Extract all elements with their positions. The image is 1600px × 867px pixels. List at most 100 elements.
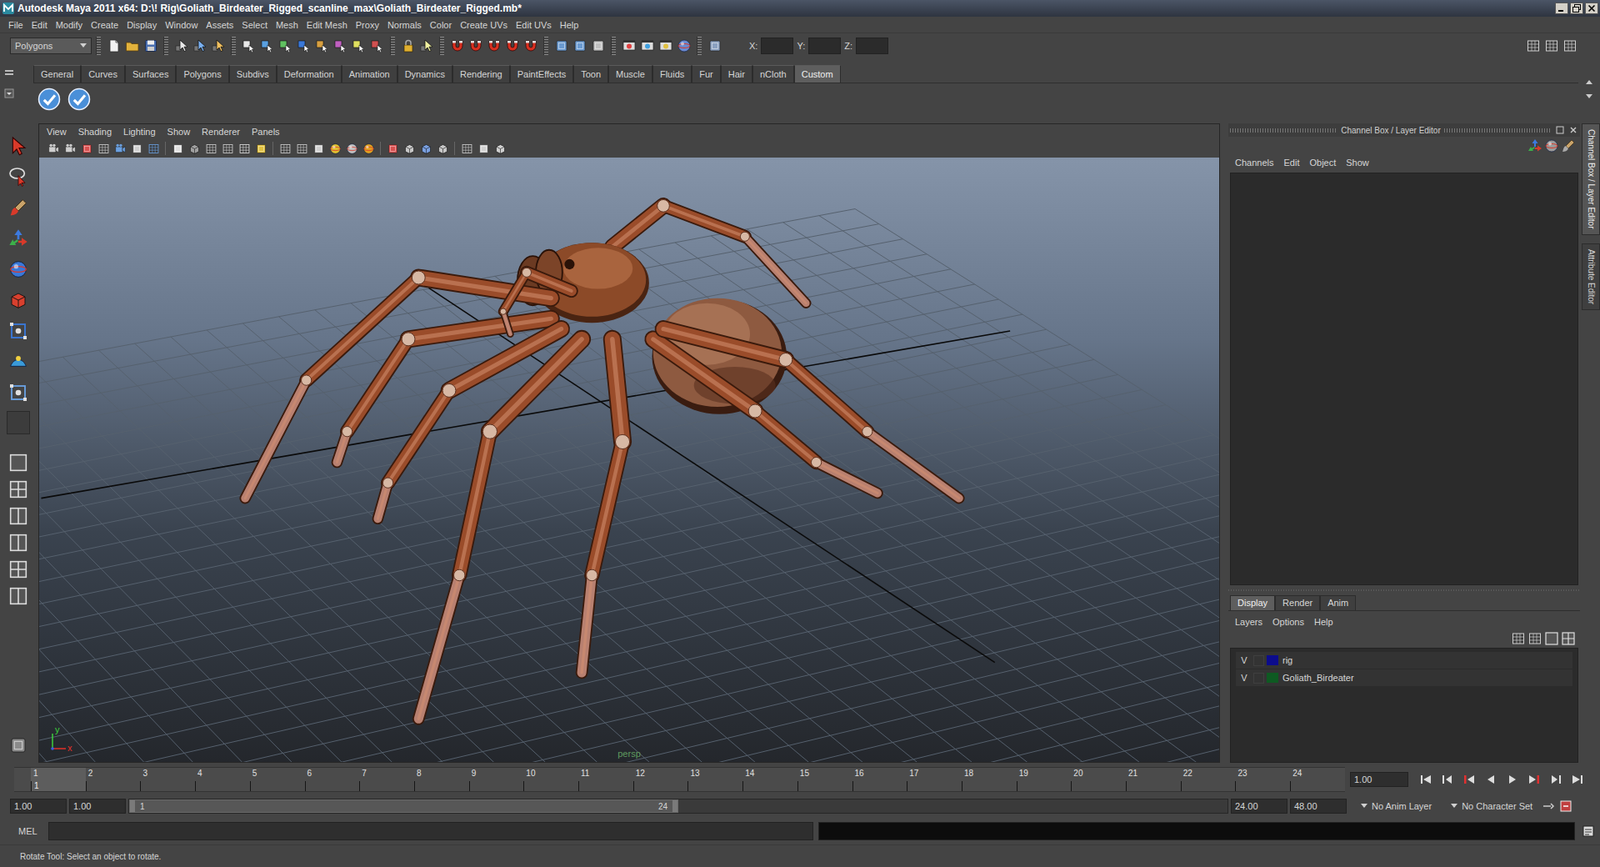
panel-menu-item[interactable]: Panels	[245, 126, 286, 137]
speed-icon[interactable]	[1544, 138, 1560, 154]
status-button[interactable]	[258, 36, 276, 55]
viewport-option-icon[interactable]	[171, 142, 185, 155]
toolbar-divider[interactable]	[163, 36, 169, 55]
range-slider[interactable]: 1 24	[128, 798, 1229, 814]
layer-button[interactable]	[1526, 630, 1544, 647]
layer-button[interactable]	[1510, 630, 1527, 647]
tool-button[interactable]	[5, 133, 31, 159]
channel-box-list[interactable]	[1230, 172, 1579, 585]
viewport-option-icon[interactable]	[130, 142, 144, 155]
show-channel-box-icon[interactable]	[1562, 38, 1578, 54]
status-button[interactable]	[656, 36, 675, 55]
layer-color-swatch[interactable]	[1266, 655, 1279, 665]
universal-manipulator-icon[interactable]	[8, 320, 29, 341]
shelf-tab[interactable]: Animation	[341, 65, 398, 83]
layout-button[interactable]	[5, 583, 31, 609]
tool-button[interactable]	[5, 318, 31, 344]
side-tab[interactable]: Attribute Editor	[1581, 243, 1600, 310]
playback-start-field[interactable]: 1.00	[69, 798, 126, 814]
viewport-option-icon[interactable]	[460, 142, 474, 155]
scene-canvas[interactable]	[39, 157, 1220, 762]
shelf-tab[interactable]: Curves	[80, 65, 125, 83]
layout-button[interactable]	[5, 450, 31, 475]
status-button[interactable]	[331, 36, 350, 55]
panel-toggle-button[interactable]	[1560, 36, 1579, 55]
panel-tool-button[interactable]	[294, 140, 310, 156]
character-set-dropdown[interactable]: No Character Set	[1445, 798, 1538, 814]
viewport-option-icon[interactable]	[403, 142, 416, 155]
shelf-tab[interactable]: Polygons	[175, 65, 229, 83]
panel-splitter[interactable]	[1228, 585, 1580, 595]
float-panel-icon[interactable]	[1555, 125, 1565, 135]
step-forward-frame-icon[interactable]	[1548, 773, 1564, 785]
input-line-icon[interactable]	[707, 38, 723, 54]
mask-surfaces-icon[interactable]	[296, 38, 312, 54]
shelf-menu-icon[interactable]	[4, 88, 15, 99]
character-set-arrow-icon[interactable]	[1450, 803, 1458, 809]
viewport-option-icon[interactable]	[147, 142, 160, 155]
menu-item[interactable]: Mesh	[271, 17, 303, 33]
layout-button[interactable]	[5, 503, 31, 529]
menu-set-dropdown[interactable]: Polygons	[10, 37, 92, 55]
layout-button[interactable]	[5, 556, 31, 582]
soft-modification-icon[interactable]	[8, 351, 29, 372]
script-language-label[interactable]: MEL	[18, 825, 44, 836]
shelf-tab[interactable]: Fur	[691, 65, 721, 83]
scroll-down-icon[interactable]	[1584, 90, 1595, 101]
playback-button[interactable]	[1568, 771, 1587, 787]
title-grip[interactable]	[1230, 128, 1338, 133]
panel-tool-button[interactable]	[220, 140, 235, 156]
panel-menu-item[interactable]: View	[40, 126, 73, 137]
layer-editor-menu-item[interactable]: Layers	[1230, 616, 1268, 627]
panel-tool-button[interactable]	[95, 140, 111, 156]
viewport-option-icon[interactable]	[255, 142, 268, 155]
menu-item[interactable]: Display	[122, 17, 161, 33]
panel-tool-button[interactable]	[45, 140, 61, 156]
persp-outliner-layout-icon[interactable]	[8, 559, 29, 580]
four-pane-layout-icon[interactable]	[8, 479, 29, 500]
coordinate-field[interactable]	[760, 37, 794, 55]
toolbar-divider[interactable]	[95, 36, 101, 55]
menu-item[interactable]: Edit	[27, 17, 52, 33]
panel-toggle-button[interactable]	[1524, 36, 1542, 55]
layer-color-swatch[interactable]	[1266, 672, 1279, 683]
lasso-tool-icon[interactable]	[8, 166, 29, 187]
layer-button[interactable]	[1543, 630, 1560, 647]
status-button[interactable]	[295, 36, 313, 55]
shelf-tab[interactable]: Rendering	[452, 65, 510, 83]
save-scene-icon[interactable]	[143, 38, 159, 54]
toolbar-divider[interactable]	[610, 36, 616, 55]
layer-button[interactable]	[1560, 630, 1577, 647]
close-panel-icon[interactable]	[1568, 125, 1579, 135]
status-button[interactable]	[141, 36, 160, 55]
shelf-tab[interactable]: Hair	[720, 65, 753, 83]
move-layer-down-icon[interactable]	[1527, 630, 1543, 646]
side-tab[interactable]: Channel Box / Layer Editor	[1581, 123, 1600, 235]
mask-curves-icon[interactable]	[278, 38, 294, 54]
auto-key-icon[interactable]	[1541, 799, 1555, 813]
show-manipulator-icon[interactable]	[8, 382, 29, 403]
tool-button[interactable]	[5, 349, 31, 375]
viewport-option-icon[interactable]	[420, 142, 433, 155]
status-button[interactable]	[675, 36, 693, 55]
panel-tool-button[interactable]	[129, 140, 145, 156]
playback-button[interactable]	[1503, 771, 1522, 787]
toolbar-divider[interactable]	[230, 36, 236, 55]
panel-tool-button[interactable]	[344, 140, 360, 156]
highlight-selection-icon[interactable]	[419, 38, 435, 54]
snap-view-plane-icon[interactable]	[505, 38, 520, 54]
play-backwards-icon[interactable]	[1483, 773, 1499, 785]
spider-leg[interactable]	[377, 329, 561, 520]
play-forwards-icon[interactable]	[1505, 773, 1520, 785]
custom-script-icon[interactable]	[37, 87, 61, 111]
shelf-tab[interactable]: Muscle	[608, 65, 653, 83]
viewport-option-icon[interactable]	[436, 142, 450, 155]
panel-tool-button[interactable]	[418, 140, 434, 156]
ipr-render-icon[interactable]	[640, 38, 655, 54]
viewport-option-icon[interactable]	[205, 142, 218, 155]
viewport-option-icon[interactable]	[47, 142, 60, 155]
shelf-tab[interactable]: Toon	[573, 65, 609, 83]
create-empty-layer-icon[interactable]	[1544, 630, 1560, 646]
scale-tool-icon[interactable]	[8, 290, 29, 310]
construction-history-icon[interactable]	[590, 38, 606, 54]
